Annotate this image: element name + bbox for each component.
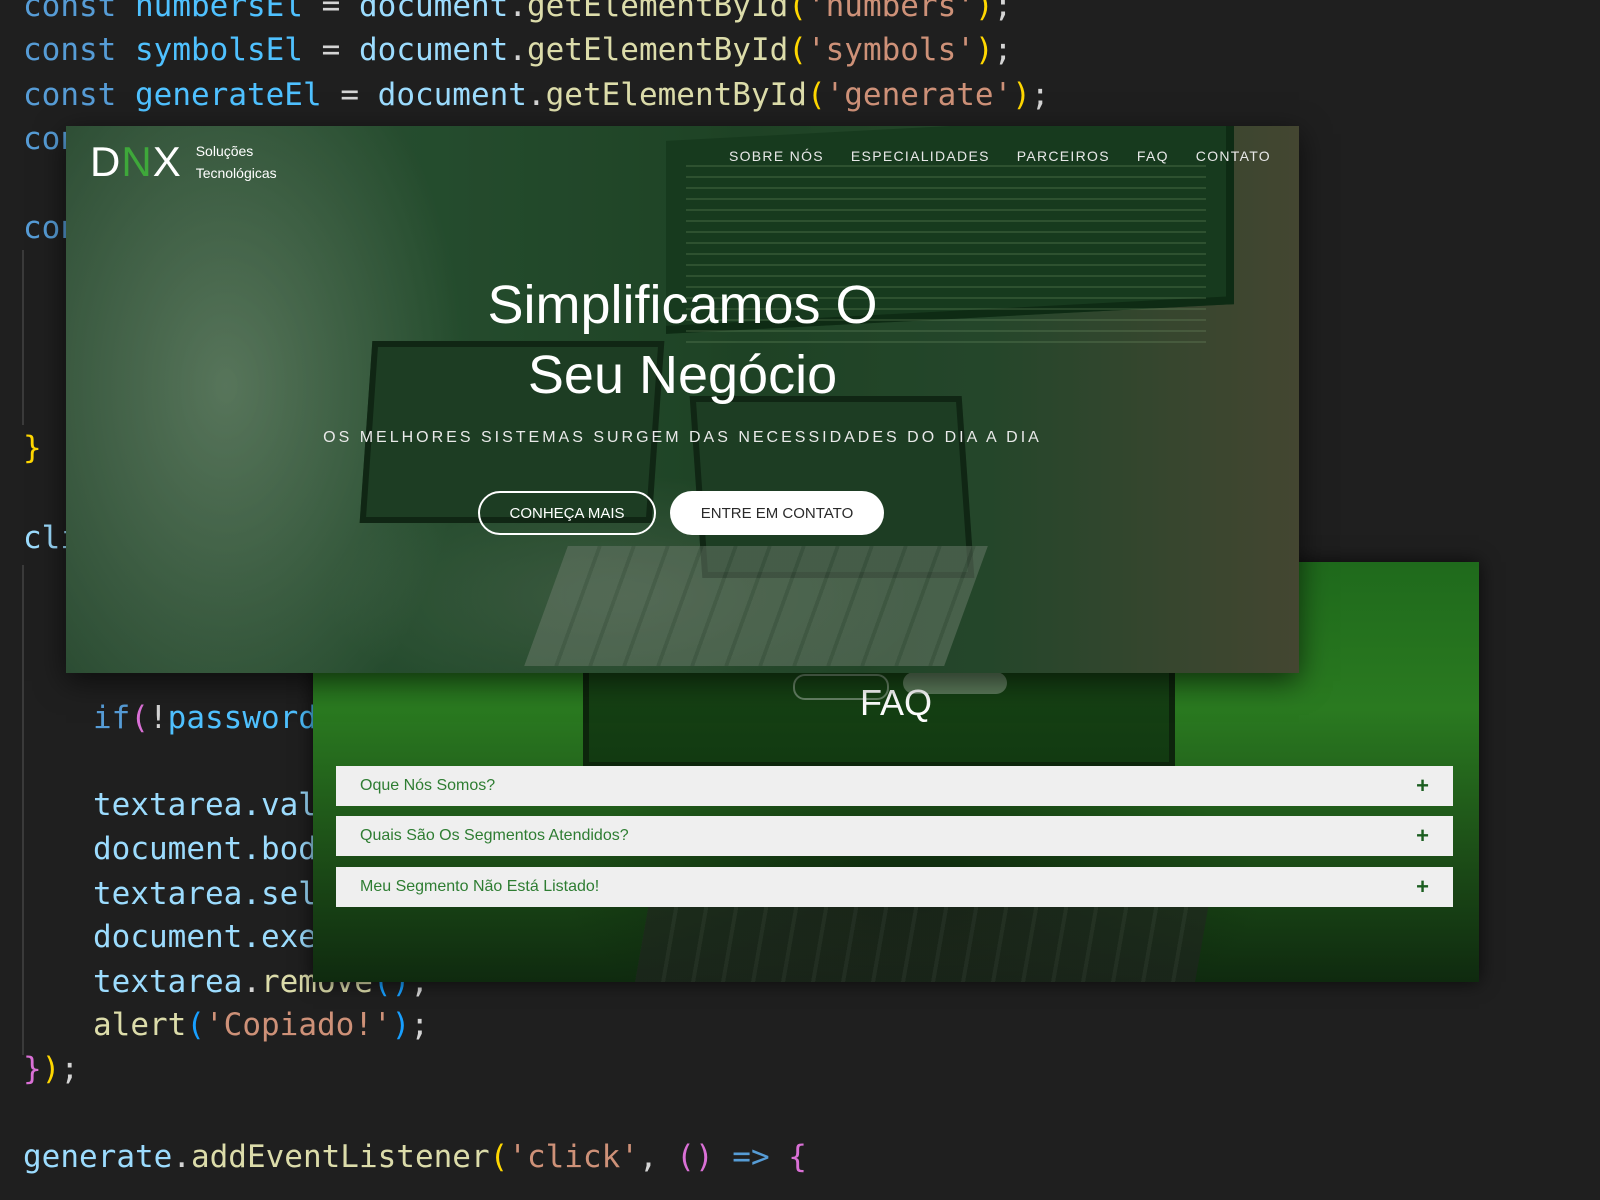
- hero-subtitle: OS MELHORES SISTEMAS SURGEM DAS NECESSID…: [323, 429, 1042, 446]
- indent-guide: [22, 250, 24, 425]
- code-line: }: [23, 430, 42, 466]
- nav-item-contato[interactable]: CONTATO: [1196, 148, 1271, 164]
- code-line: document.exe: [93, 919, 317, 955]
- hero-title: Simplificamos O Seu Negócio: [487, 275, 878, 405]
- code-line: alert('Copiado!');: [93, 1007, 429, 1043]
- code-line: if(!password: [93, 700, 317, 736]
- faq-question: Quais São Os Segmentos Atendidos?: [360, 827, 629, 844]
- faq-question: Oque Nós Somos?: [360, 777, 496, 794]
- main-nav: SOBRE NÓS ESPECIALIDADES PARCEIROS FAQ C…: [729, 148, 1271, 164]
- hero-section-screenshot: DNX Soluções Tecnológicas SOBRE NÓS ESPE…: [66, 126, 1299, 673]
- code-line: generate.addEventListener('click', () =>…: [23, 1139, 807, 1175]
- logo-subtitle: Soluções Tecnológicas: [195, 143, 277, 181]
- nav-item-faq[interactable]: FAQ: [1137, 148, 1169, 164]
- code-line: document.bod: [93, 831, 317, 867]
- code-line: const generateEl = document.getElementBy…: [23, 77, 1050, 113]
- faq-title: FAQ: [859, 682, 933, 723]
- faq-item-segment-not-listed[interactable]: Meu Segmento Não Está Listado! +: [336, 867, 1453, 907]
- plus-icon[interactable]: +: [1416, 773, 1429, 799]
- code-line: });: [23, 1051, 80, 1087]
- code-line: const symbolsEl = document.getElementByI…: [23, 32, 1013, 68]
- contact-button[interactable]: ENTRE EM CONTATO: [670, 491, 884, 535]
- nav-item-sobre-nos[interactable]: SOBRE NÓS: [729, 148, 824, 164]
- plus-icon[interactable]: +: [1416, 874, 1429, 900]
- faq-item-segments[interactable]: Quais São Os Segmentos Atendidos? +: [336, 816, 1453, 856]
- nav-item-parceiros[interactable]: PARCEIROS: [1017, 148, 1110, 164]
- nav-item-especialidades[interactable]: ESPECIALIDADES: [851, 148, 990, 164]
- code-line: textarea.val: [93, 787, 317, 823]
- dnx-logo[interactable]: DNX Soluções Tecnológicas: [90, 138, 277, 186]
- faq-question: Meu Segmento Não Está Listado!: [360, 878, 600, 895]
- plus-icon[interactable]: +: [1416, 823, 1429, 849]
- logo-mark: DNX: [90, 138, 182, 185]
- indent-guide: [22, 565, 24, 1055]
- code-line: textarea.sel: [93, 876, 317, 912]
- code-line: const numbersEl = document.getElementByI…: [23, 0, 1013, 24]
- learn-more-button[interactable]: CONHEÇA MAIS: [478, 491, 656, 535]
- faq-item-what-we-are[interactable]: Oque Nós Somos? +: [336, 766, 1453, 806]
